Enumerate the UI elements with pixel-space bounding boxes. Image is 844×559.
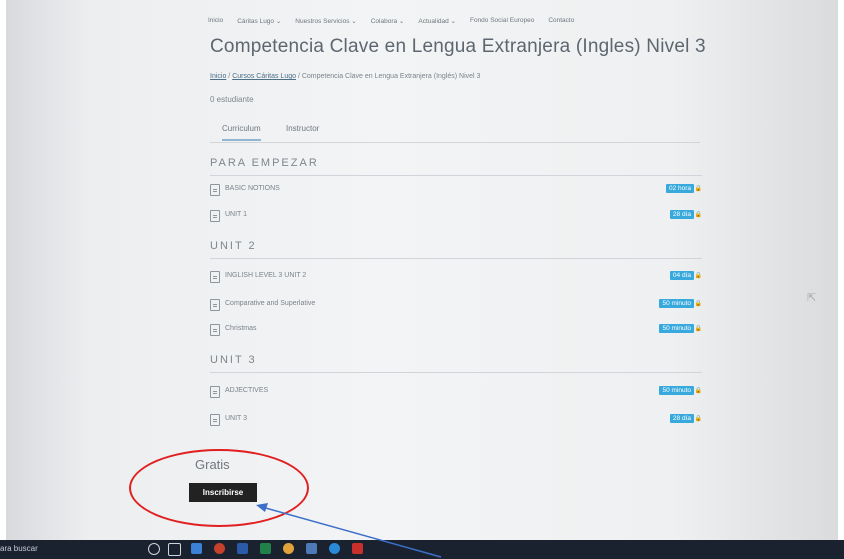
annotation-arrow (256, 503, 442, 558)
